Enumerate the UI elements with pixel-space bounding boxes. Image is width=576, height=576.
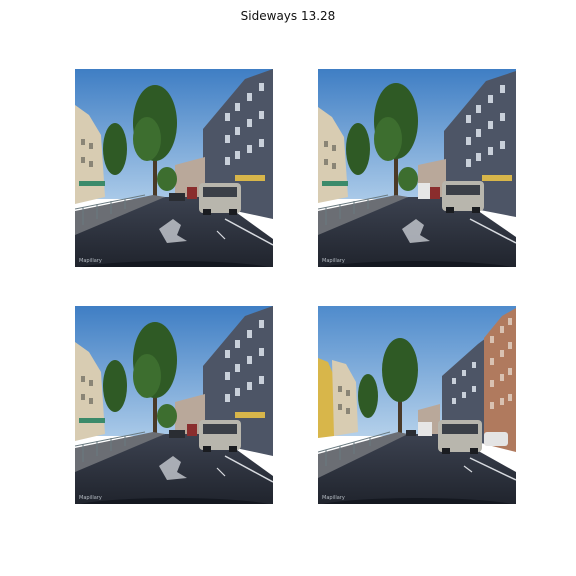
street-scene <box>318 306 516 504</box>
awning <box>322 181 348 186</box>
shop-sign <box>235 175 265 181</box>
tree-big <box>382 338 418 402</box>
watermark: Mapillary <box>79 495 102 501</box>
awning <box>79 418 105 423</box>
street-photo-4: Mapillary <box>318 306 516 504</box>
tree-small <box>358 374 378 418</box>
tree-small <box>103 360 127 412</box>
shop-sign <box>235 412 265 418</box>
shop-sign <box>482 175 512 181</box>
street-photo-2: Mapillary <box>318 69 516 267</box>
tree-small <box>103 123 127 175</box>
street-photo-3: Mapillary <box>75 306 273 504</box>
street-scene <box>75 306 273 504</box>
tree-small <box>346 123 370 175</box>
street-photo-1: Mapillary <box>75 69 273 267</box>
truck <box>418 183 430 199</box>
truck <box>418 422 432 436</box>
van <box>438 420 482 454</box>
awning <box>79 181 105 186</box>
van <box>442 181 484 213</box>
van <box>199 420 241 452</box>
white-car <box>484 432 508 446</box>
van <box>199 183 241 215</box>
car <box>406 430 416 436</box>
watermark: Mapillary <box>79 258 102 264</box>
street-scene <box>318 69 516 267</box>
car <box>169 430 185 438</box>
car <box>169 193 185 201</box>
watermark: Mapillary <box>322 258 345 264</box>
watermark: Mapillary <box>322 495 345 501</box>
figure-title: Sideways 13.28 <box>240 9 336 23</box>
street-scene <box>75 69 273 267</box>
